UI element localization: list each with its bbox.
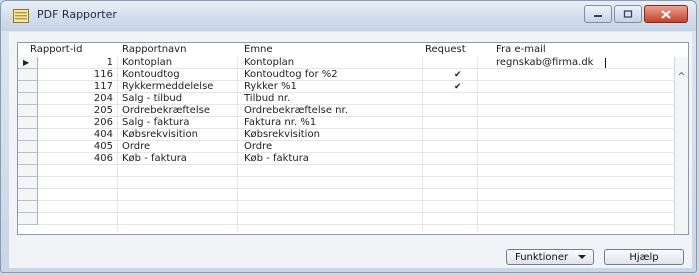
- row-selector[interactable]: [18, 189, 38, 201]
- cell-report-name[interactable]: Ordre: [122, 141, 150, 153]
- maximize-button[interactable]: [614, 5, 642, 23]
- cell-report-id[interactable]: 116: [58, 69, 113, 81]
- cell-report-name[interactable]: Køb - faktura: [122, 153, 187, 165]
- close-icon: [661, 9, 671, 19]
- scroll-up-arrow-icon[interactable]: [675, 69, 688, 79]
- cell-subject[interactable]: Kontoplan: [244, 57, 294, 69]
- help-button-label: Hjælp: [629, 251, 659, 263]
- table-row[interactable]: 206 Salg - faktura Faktura nr. %1: [18, 117, 688, 129]
- cell-subject[interactable]: Kontoudtog for %2: [244, 69, 338, 81]
- close-button[interactable]: [644, 5, 688, 23]
- text-cursor: [605, 58, 606, 68]
- cell-report-id[interactable]: 206: [58, 117, 113, 129]
- functions-button-label: Funktioner: [515, 251, 569, 263]
- column-header-report-name[interactable]: Rapportnavn: [122, 44, 186, 55]
- cell-subject[interactable]: Købsrekvisition: [244, 129, 320, 141]
- cell-report-name[interactable]: Købsrekvisition: [122, 129, 198, 141]
- title-bar[interactable]: PDF Rapporter: [1, 1, 696, 31]
- cell-report-name[interactable]: Ordrebekræftelse: [122, 105, 210, 117]
- vertical-scrollbar[interactable]: [674, 57, 688, 234]
- row-selector[interactable]: [18, 165, 38, 177]
- table-row[interactable]: 404 Købsrekvisition Købsrekvisition: [18, 129, 688, 141]
- column-header-report-id[interactable]: Rapport-id: [30, 44, 82, 55]
- cell-report-name[interactable]: Salg - tilbud: [122, 93, 182, 105]
- cell-report-name[interactable]: Salg - faktura: [122, 117, 190, 129]
- minimize-icon: [594, 15, 602, 17]
- cell-report-id[interactable]: 204: [58, 93, 113, 105]
- table-row[interactable]: 116 Kontoudtog Kontoudtog for %2 ✔: [18, 69, 688, 81]
- report-table: Rapport-id Rapportnavn Emne Request Fra …: [17, 42, 689, 235]
- cell-report-name[interactable]: Rykkermeddelelse: [122, 81, 213, 93]
- cell-subject[interactable]: Tilbud nr.: [244, 93, 290, 105]
- table-row[interactable]: 405 Ordre Ordre: [18, 141, 688, 153]
- table-row[interactable]: 205 Ordrebekræftelse Ordrebekræftelse nr.: [18, 105, 688, 117]
- table-row[interactable]: 117 Rykkermeddelelse Rykker %1 ✔: [18, 81, 688, 93]
- column-header-subject[interactable]: Emne: [244, 44, 273, 55]
- table-header: Rapport-id Rapportnavn Emne Request Fra …: [18, 43, 688, 57]
- cell-report-name[interactable]: Kontoplan: [122, 57, 172, 69]
- functions-button[interactable]: Funktioner: [506, 249, 594, 265]
- dropdown-arrow-icon: [578, 255, 586, 259]
- table-row[interactable]: ▶ 1 Kontoplan Kontoplan regnskab@firma.dk: [18, 57, 688, 69]
- cell-subject[interactable]: Køb - faktura: [244, 153, 309, 165]
- cell-subject[interactable]: Ordrebekræftelse nr.: [244, 105, 348, 117]
- cell-report-id[interactable]: 404: [58, 129, 113, 141]
- maximize-icon: [623, 10, 633, 18]
- cell-request[interactable]: ✔: [454, 69, 462, 81]
- table-row[interactable]: 406 Køb - faktura Køb - faktura: [18, 153, 688, 165]
- row-selector[interactable]: [18, 201, 38, 213]
- cell-report-id[interactable]: 406: [58, 153, 113, 165]
- report-window-icon: [13, 9, 29, 23]
- cell-report-name[interactable]: Kontoudtog: [122, 69, 180, 81]
- window: PDF Rapporter Rapport-id Rapportnavn Emn…: [0, 0, 697, 273]
- current-row-marker-icon: ▶: [23, 58, 30, 67]
- cell-report-id[interactable]: 1: [58, 57, 113, 69]
- cell-report-id[interactable]: 205: [58, 105, 113, 117]
- cell-request[interactable]: ✔: [454, 81, 462, 93]
- cell-subject[interactable]: Ordre: [244, 141, 272, 153]
- cell-subject[interactable]: Rykker %1: [244, 81, 297, 93]
- column-header-request[interactable]: Request: [425, 44, 466, 55]
- help-button[interactable]: Hjælp: [604, 249, 684, 265]
- row-selector[interactable]: [18, 177, 38, 189]
- cell-from-email[interactable]: regnskab@firma.dk: [496, 57, 593, 69]
- column-header-from-email[interactable]: Fra e-mail: [496, 44, 546, 55]
- table-row[interactable]: 204 Salg - tilbud Tilbud nr.: [18, 93, 688, 105]
- minimize-button[interactable]: [584, 5, 612, 23]
- cell-report-id[interactable]: 117: [58, 81, 113, 93]
- cell-subject[interactable]: Faktura nr. %1: [244, 117, 316, 129]
- cell-report-id[interactable]: 405: [58, 141, 113, 153]
- window-title: PDF Rapporter: [37, 8, 117, 21]
- row-selector[interactable]: [18, 213, 38, 225]
